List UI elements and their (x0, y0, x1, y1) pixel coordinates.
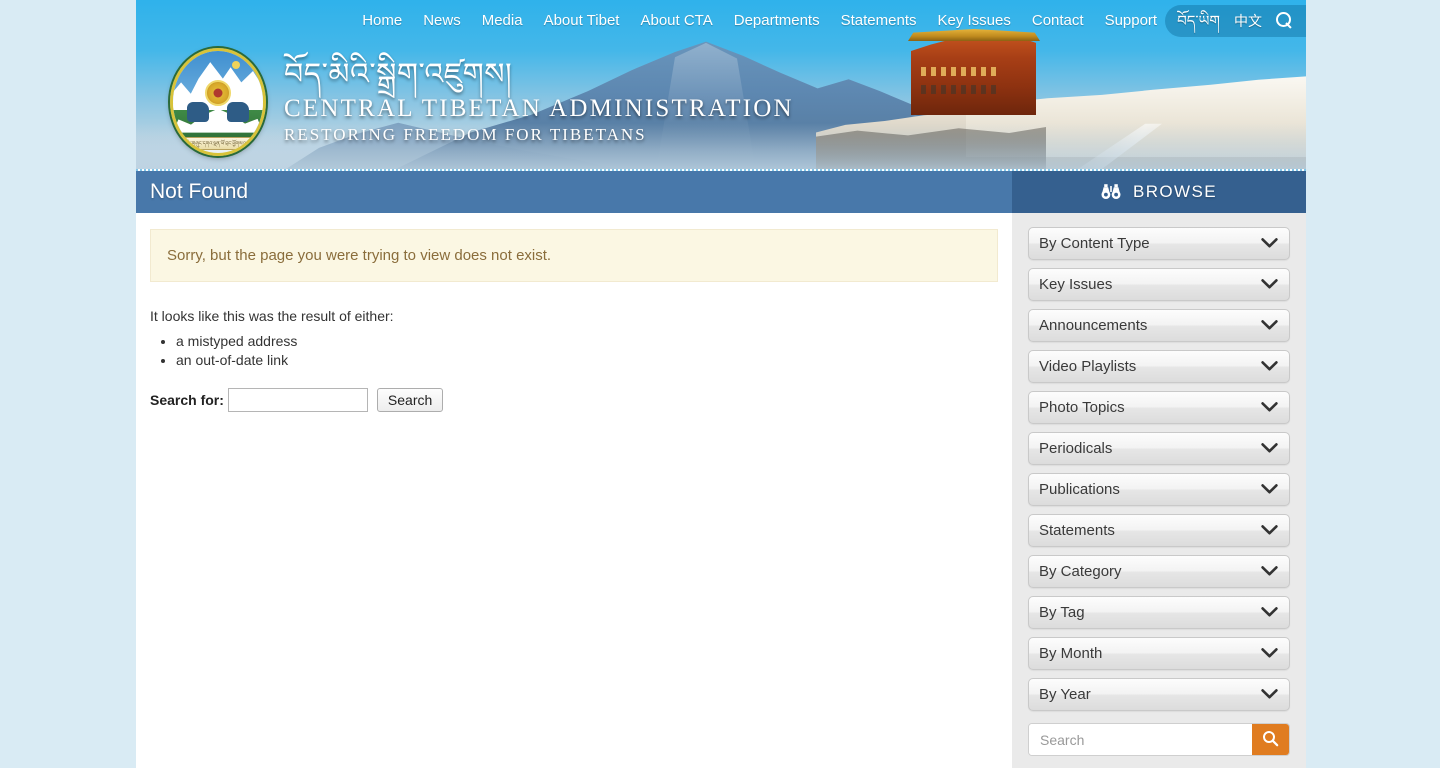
nav-item-departments[interactable]: Departments (734, 0, 820, 42)
accordion-periodicals[interactable]: Periodicals (1028, 432, 1290, 465)
section-header-bars: Not Found BROWSE (136, 169, 1306, 213)
nav-item-key-issues[interactable]: Key Issues (937, 0, 1010, 42)
brand-text: བོད་མིའི་སྒྲིག་འཛུགས། CENTRAL TIBETAN AD… (284, 58, 794, 146)
content-search-form: Search for: Search (150, 388, 998, 412)
page-title-bar: Not Found (136, 171, 1012, 213)
brand-title: CENTRAL TIBETAN ADMINISTRATION (284, 94, 794, 122)
chevron-down-icon (1261, 238, 1278, 249)
accordion-label: Video Playlists (1039, 358, 1137, 375)
chevron-down-icon (1261, 443, 1278, 454)
sidebar-search-form (1028, 723, 1290, 756)
nav-item-support[interactable]: Support (1105, 0, 1158, 42)
chevron-down-icon (1261, 484, 1278, 495)
nav-item-about-cta[interactable]: About CTA (640, 0, 712, 42)
list-item: an out-of-date link (176, 351, 998, 370)
not-found-alert: Sorry, but the page you were trying to v… (150, 229, 998, 282)
site-container: Home News Media About Tibet About CTA De… (136, 0, 1306, 768)
chevron-down-icon (1261, 607, 1278, 618)
accordion-photo-topics[interactable]: Photo Topics (1028, 391, 1290, 424)
accordion-label: By Category (1039, 563, 1122, 580)
accordion-by-year[interactable]: By Year (1028, 678, 1290, 711)
accordion-statements[interactable]: Statements (1028, 514, 1290, 547)
accordion-key-issues[interactable]: Key Issues (1028, 268, 1290, 301)
tibetan-government-emblem-icon: བོད་གཞུང་དགའ་ལྡན་ཕོ་བྲང་ཕྱོགས་ལས་རྣམ་རྒྱ… (170, 48, 266, 156)
search-form-label: Search for: (150, 392, 224, 408)
nav-item-contact[interactable]: Contact (1032, 0, 1084, 42)
accordion-label: By Month (1039, 645, 1103, 662)
chevron-down-icon (1261, 402, 1278, 413)
accordion-by-month[interactable]: By Month (1028, 637, 1290, 670)
binoculars-icon (1101, 183, 1121, 201)
chevron-down-icon (1261, 689, 1278, 700)
accordion-label: By Year (1039, 686, 1091, 703)
main-content: Sorry, but the page you were trying to v… (136, 213, 1012, 768)
main-nav-links: Home News Media About Tibet About CTA De… (362, 0, 1165, 42)
accordion-by-tag[interactable]: By Tag (1028, 596, 1290, 629)
explanation-text: It looks like this was the result of eit… (150, 308, 394, 324)
search-icon (1262, 730, 1279, 750)
accordion-by-category[interactable]: By Category (1028, 555, 1290, 588)
nav-item-statements[interactable]: Statements (841, 0, 917, 42)
potala-palace-image (816, 24, 1306, 169)
accordion-publications[interactable]: Publications (1028, 473, 1290, 506)
accordion-label: Photo Topics (1039, 399, 1125, 416)
brand-tibetan-title: བོད་མིའི་སྒྲིག་འཛུགས། (284, 57, 513, 93)
chevron-down-icon (1261, 648, 1278, 659)
accordion-label: By Content Type (1039, 235, 1150, 252)
accordion-announcements[interactable]: Announcements (1028, 309, 1290, 342)
accordion-label: Announcements (1039, 317, 1148, 334)
page-body: Sorry, but the page you were trying to v… (136, 213, 1306, 768)
nav-item-news[interactable]: News (423, 0, 461, 42)
chevron-down-icon (1261, 566, 1278, 577)
page-title: Not Found (150, 180, 249, 203)
search-button[interactable]: Search (376, 388, 444, 412)
nav-item-about-tibet[interactable]: About Tibet (544, 0, 620, 42)
accordion-label: Periodicals (1039, 440, 1113, 457)
chevron-down-icon (1261, 279, 1278, 290)
reason-list: a mistyped address an out-of-date link (176, 332, 998, 370)
brand-lockup[interactable]: བོད་གཞུང་དགའ་ལྡན་ཕོ་བྲང་ཕྱོགས་ལས་རྣམ་རྒྱ… (170, 48, 794, 156)
browse-panel-header: BROWSE (1012, 171, 1306, 213)
chevron-down-icon (1261, 361, 1278, 372)
nav-utility-group: བོད་ཡིག 中文 (1165, 5, 1306, 37)
accordion-label: By Tag (1039, 604, 1085, 621)
brand-tagline: RESTORING FREEDOM FOR TIBETANS (284, 124, 647, 144)
palace-red-block (911, 34, 1036, 115)
search-icon[interactable] (1276, 12, 1292, 30)
search-input[interactable] (227, 388, 368, 412)
top-navigation: Home News Media About Tibet About CTA De… (136, 0, 1306, 42)
nav-item-home[interactable]: Home (362, 0, 402, 42)
accordion-label: Publications (1039, 481, 1120, 498)
sidebar-search-button[interactable] (1252, 724, 1289, 755)
browse-sidebar: By Content Type Key Issues Announcements… (1012, 213, 1306, 768)
emblem-scroll-text: བོད་གཞུང་དགའ་ལྡན་ཕོ་བྲང་ཕྱོགས་ལས་རྣམ་རྒྱ… (180, 136, 256, 150)
accordion-label: Statements (1039, 522, 1115, 539)
list-item: a mistyped address (176, 332, 998, 351)
chevron-down-icon (1261, 525, 1278, 536)
accordion-video-playlists[interactable]: Video Playlists (1028, 350, 1290, 383)
nav-item-media[interactable]: Media (482, 0, 523, 42)
language-link-tibetan[interactable]: བོད་ཡིག (1177, 14, 1220, 29)
chevron-down-icon (1261, 320, 1278, 331)
sidebar-search-input[interactable] (1029, 724, 1252, 755)
browse-panel-title: BROWSE (1133, 182, 1217, 201)
accordion-by-content-type[interactable]: By Content Type (1028, 227, 1290, 260)
accordion-label: Key Issues (1039, 276, 1113, 293)
site-banner: Home News Media About Tibet About CTA De… (136, 0, 1306, 169)
language-link-chinese[interactable]: 中文 (1234, 14, 1262, 28)
